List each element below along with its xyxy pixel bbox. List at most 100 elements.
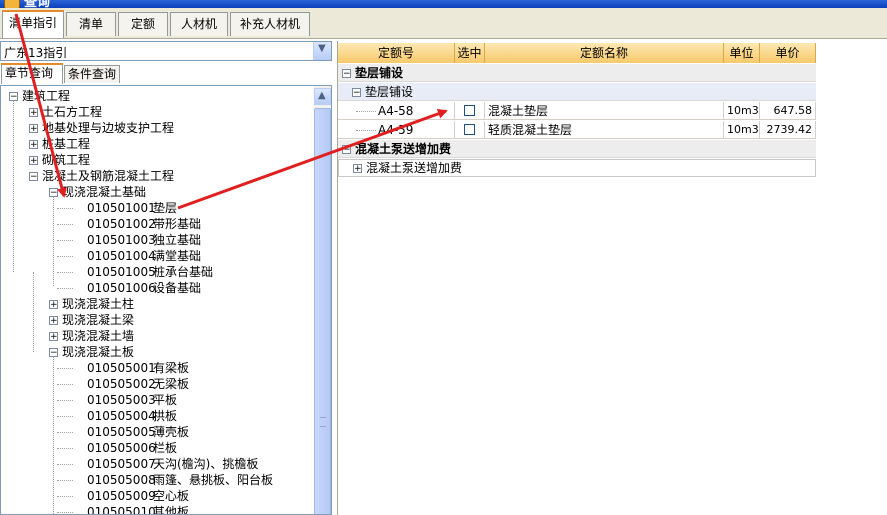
checkbox-icon[interactable] — [464, 105, 475, 116]
tree-item-name: 栏板 — [153, 441, 178, 455]
subgroup-row[interactable]: + 混凝土泵送增加费 — [338, 159, 816, 177]
tree-item-code[interactable]: 010505002无梁板 — [87, 376, 189, 392]
tree-item-code[interactable]: 010505007天沟(檐沟)、挑檐板 — [87, 456, 258, 472]
tree-item-name: 无梁板 — [153, 377, 190, 391]
tree-item-label: 现浇混凝土基础 — [62, 185, 147, 199]
collapse-icon[interactable]: − — [342, 69, 351, 79]
header-unit[interactable]: 单位 — [724, 43, 760, 63]
left-tabs: 章节查询 条件查询 — [0, 63, 332, 84]
tree-item-code-text: 010505003 — [87, 393, 156, 407]
expand-icon[interactable]: + — [353, 164, 362, 174]
collapse-icon[interactable]: − — [342, 145, 351, 155]
tree-item-code[interactable]: 010505004拱板 — [87, 408, 177, 424]
tab-quota[interactable]: 定额 — [118, 12, 168, 36]
scroll-thumb[interactable] — [314, 108, 331, 514]
tree-item-folder[interactable]: − 建筑工程 — [9, 88, 70, 104]
tree-item-code-text: 010505006 — [87, 441, 156, 455]
expand-icon[interactable]: + — [49, 332, 58, 342]
window-title: 查询 — [24, 0, 51, 8]
tree-item-label: 土石方工程 — [42, 105, 103, 119]
top-tab-strip: 清单指引 清单 定额 人材机 补充人材机 — [0, 8, 887, 39]
quota-name: 混凝土垫层 — [488, 104, 549, 118]
table-row[interactable]: A4-58 混凝土垫层 10m3 647.58 — [338, 102, 816, 120]
subgroup-row[interactable]: − 垫层铺设 — [338, 83, 816, 101]
tree-item-name: 薄壳板 — [153, 425, 190, 439]
tree-item-name: 其他板 — [153, 505, 190, 515]
tree-item-name: 满堂基础 — [153, 249, 202, 263]
tree-item-label: 混凝土及钢筋混凝土工程 — [42, 169, 175, 183]
quota-grid: 定额号 选中 定额名称 单位 单价 − 垫层铺设 − 垫层铺设 A4-58 混凝土垫… — [337, 41, 887, 515]
checkbox-icon[interactable] — [464, 124, 475, 135]
tab-bill-guide[interactable]: 清单指引 — [2, 10, 64, 38]
tree-item-folder[interactable]: + 土石方工程 — [29, 104, 102, 120]
tree-item-code[interactable]: 010505008雨篷、悬挑板、阳台板 — [87, 472, 273, 488]
tree-item-code[interactable]: 010505005薄壳板 — [87, 424, 189, 440]
tree-item-code-text: 010501006 — [87, 281, 156, 295]
tree-item-code[interactable]: 010501005桩承台基础 — [87, 264, 213, 280]
header-quota-name[interactable]: 定额名称 — [485, 43, 724, 63]
collapse-icon[interactable]: − — [352, 88, 361, 98]
tree-item-code[interactable]: 010505001有梁板 — [87, 360, 189, 376]
tree-item-code-text: 010505007 — [87, 457, 156, 471]
expand-icon[interactable]: + — [29, 156, 38, 166]
table-row[interactable]: A4-59 轻质混凝土垫层 10m3 2739.42 — [338, 121, 816, 139]
scroll-up-icon[interactable]: ▲ — [314, 88, 331, 105]
header-quota-code[interactable]: 定额号 — [338, 43, 455, 63]
tree-item-code[interactable]: 010505003平板 — [87, 392, 177, 408]
tree-item-name: 垫层 — [153, 201, 178, 215]
collapse-icon[interactable]: − — [9, 92, 18, 102]
tree-item-code[interactable]: 010501003独立基础 — [87, 232, 201, 248]
tab-condition-query[interactable]: 条件查询 — [64, 65, 120, 83]
tab-bill[interactable]: 清单 — [66, 12, 116, 36]
subgroup-label: 混凝土泵送增加费 — [366, 161, 463, 175]
tree-item-folder[interactable]: + 现浇混凝土梁 — [49, 312, 134, 328]
collapse-icon[interactable]: − — [49, 188, 58, 198]
tab-labor-material-machine[interactable]: 人材机 — [170, 12, 228, 36]
tree-item-folder[interactable]: − 现浇混凝土板 — [49, 344, 134, 360]
tree-item-name: 平板 — [153, 393, 178, 407]
tree-item-code[interactable]: 010501001垫层 — [87, 200, 177, 216]
tree-item-code[interactable]: 010505009空心板 — [87, 488, 189, 504]
tree-item-code[interactable]: 010505006栏板 — [87, 440, 177, 456]
tree-item-label: 砌筑工程 — [42, 153, 91, 167]
tree-item-folder[interactable]: − 现浇混凝土基础 — [49, 184, 146, 200]
group-label: 垫层铺设 — [355, 66, 404, 80]
tree-item-code-text: 010501005 — [87, 265, 156, 279]
tree-item-code-text: 010505010 — [87, 505, 156, 515]
collapse-icon[interactable]: − — [29, 172, 38, 182]
quota-name: 轻质混凝土垫层 — [488, 123, 573, 137]
tab-supplement-lmm[interactable]: 补充人材机 — [230, 12, 310, 36]
collapse-icon[interactable]: − — [49, 348, 58, 358]
tree-item-code[interactable]: 010501002带形基础 — [87, 216, 201, 232]
tree-item-code[interactable]: 010505010其他板 — [87, 504, 190, 515]
header-selected[interactable]: 选中 — [455, 43, 485, 63]
group-row[interactable]: − 混凝土泵送增加费 — [338, 140, 816, 158]
expand-icon[interactable]: + — [29, 140, 38, 150]
tree-item-code-text: 010501002 — [87, 217, 156, 231]
tree-scrollbar[interactable]: ▲ — [314, 86, 331, 514]
tree-item-folder[interactable]: − 混凝土及钢筋混凝土工程 — [29, 168, 174, 184]
tree-item-folder[interactable]: + 地基处理与边坡支护工程 — [29, 120, 174, 136]
group-label: 混凝土泵送增加费 — [355, 142, 452, 156]
tree-item-name: 带形基础 — [153, 217, 202, 231]
tree-item-code[interactable]: 010501006设备基础 — [87, 280, 201, 296]
tree-item-label: 现浇混凝土墙 — [62, 329, 135, 343]
tree-item-name: 有梁板 — [153, 361, 190, 375]
header-price[interactable]: 单价 — [760, 43, 816, 63]
guide-dropdown[interactable]: 广东13指引 ▼ — [0, 41, 332, 61]
expand-icon[interactable]: + — [49, 300, 58, 310]
tree-item-folder[interactable]: + 桩基工程 — [29, 136, 90, 152]
tree-item-label: 现浇混凝土梁 — [62, 313, 135, 327]
tree-item-folder[interactable]: + 现浇混凝土柱 — [49, 296, 134, 312]
tree-item-label: 建筑工程 — [22, 89, 71, 103]
expand-icon[interactable]: + — [49, 316, 58, 326]
tree-item-code[interactable]: 010501004满堂基础 — [87, 248, 201, 264]
group-row[interactable]: − 垫层铺设 — [338, 64, 816, 82]
guide-dropdown-value: 广东13指引 — [4, 46, 68, 60]
tab-chapter-query[interactable]: 章节查询 — [1, 63, 63, 84]
expand-icon[interactable]: + — [29, 108, 38, 118]
tree-item-folder[interactable]: + 砌筑工程 — [29, 152, 90, 168]
tree-item-folder[interactable]: + 现浇混凝土墙 — [49, 328, 134, 344]
expand-icon[interactable]: + — [29, 124, 38, 134]
dropdown-arrow-icon[interactable]: ▼ — [313, 42, 331, 60]
